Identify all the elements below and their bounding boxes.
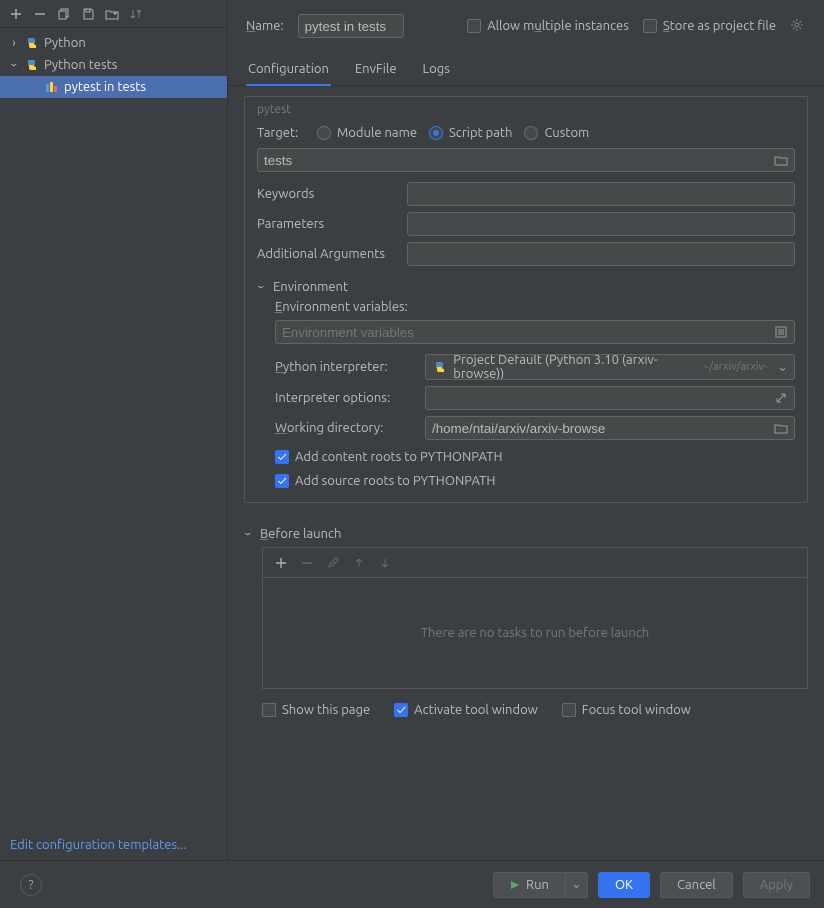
tab-envfile[interactable]: EnvFile xyxy=(353,56,399,85)
cancel-button[interactable]: Cancel xyxy=(660,872,733,898)
tasks-empty-text: There are no tasks to run before launch xyxy=(421,626,649,640)
remove-icon[interactable] xyxy=(299,555,315,571)
focus-tool-window-checkbox[interactable]: Focus tool window xyxy=(562,703,691,717)
keywords-label: Keywords xyxy=(257,187,397,201)
workdir-label: Working directory: xyxy=(275,421,415,435)
copy-icon[interactable] xyxy=(56,6,72,22)
additional-args-label: Additional Arguments xyxy=(257,247,397,261)
add-icon[interactable] xyxy=(273,555,289,571)
checkbox-icon xyxy=(562,703,576,717)
parameters-input[interactable] xyxy=(407,212,795,236)
content-panel: Name: Allow multiple instances Store as … xyxy=(228,0,824,860)
play-icon xyxy=(510,880,520,890)
target-custom-radio[interactable]: Custom xyxy=(524,126,589,140)
tree-label: Python xyxy=(44,36,86,50)
tabbar: Configuration EnvFile Logs xyxy=(228,56,824,86)
tree-label: pytest in tests xyxy=(64,80,146,94)
folder-icon[interactable] xyxy=(773,152,789,168)
radio-icon xyxy=(429,126,443,140)
target-label: Target: xyxy=(257,126,305,140)
chevron-right-icon: › xyxy=(8,36,20,50)
apply-button[interactable]: Apply xyxy=(743,872,810,898)
help-button[interactable]: ? xyxy=(20,874,42,896)
tree-node-pytest-in-tests[interactable]: pytest in tests xyxy=(0,76,227,98)
tasks-toolbar xyxy=(262,547,808,577)
run-dropdown[interactable]: ⌄ xyxy=(566,872,588,898)
folder-icon[interactable] xyxy=(104,6,120,22)
chevron-down-icon: › xyxy=(7,59,21,71)
interpreter-select[interactable]: Project Default (Python 3.10 (arxiv-brow… xyxy=(425,354,795,380)
sidebar-toolbar xyxy=(0,0,227,28)
config-tree: › Python › Python tests pytest in tests xyxy=(0,28,227,830)
pytest-section: pytest Target: Module name Script path C… xyxy=(244,96,808,503)
name-label: Name: xyxy=(246,19,284,33)
chevron-down-icon: › xyxy=(254,281,268,293)
tree-node-python-tests[interactable]: › Python tests xyxy=(0,54,227,76)
remove-icon[interactable] xyxy=(32,6,48,22)
tree-label: Python tests xyxy=(44,58,117,72)
radio-icon xyxy=(317,126,331,140)
run-button-group: Run ⌄ xyxy=(493,872,588,898)
ok-button[interactable]: OK xyxy=(598,872,650,898)
store-as-project-checkbox[interactable]: Store as project file xyxy=(643,19,776,33)
workdir-input[interactable] xyxy=(425,416,795,440)
target-module-radio[interactable]: Module name xyxy=(317,126,417,140)
dialog-button-bar: ? Run ⌄ OK Cancel Apply xyxy=(0,860,824,908)
before-launch-toggle[interactable]: › Before launch xyxy=(242,527,808,541)
sidebar-panel: › Python › Python tests pytest in tests … xyxy=(0,0,228,860)
pytest-section-title: pytest xyxy=(257,103,795,116)
save-icon[interactable] xyxy=(80,6,96,22)
add-icon[interactable] xyxy=(8,6,24,22)
folder-icon[interactable] xyxy=(773,420,789,436)
parameters-label: Parameters xyxy=(257,217,397,231)
python-icon xyxy=(24,57,40,73)
sort-icon[interactable] xyxy=(128,6,144,22)
keywords-input[interactable] xyxy=(407,182,795,206)
target-script-radio[interactable]: Script path xyxy=(429,126,512,140)
checkbox-icon: ✓ xyxy=(275,450,289,464)
checkbox-icon: ✓ xyxy=(394,703,408,717)
expand-icon[interactable] xyxy=(773,390,789,406)
additional-args-input[interactable] xyxy=(407,242,795,266)
activate-tool-window-checkbox[interactable]: ✓Activate tool window xyxy=(394,703,538,717)
tasks-list: There are no tasks to run before launch xyxy=(262,577,808,689)
name-input[interactable] xyxy=(298,14,404,38)
edit-templates-link[interactable]: Edit configuration templates... xyxy=(0,830,227,860)
run-button[interactable]: Run xyxy=(493,872,566,898)
interp-opts-label: Interpreter options: xyxy=(275,391,415,405)
envvars-input[interactable] xyxy=(275,320,795,344)
gear-icon[interactable] xyxy=(790,18,806,34)
list-icon[interactable] xyxy=(773,324,789,340)
environment-section-toggle[interactable]: › Environment xyxy=(255,280,795,294)
pytest-icon xyxy=(44,79,60,95)
edit-icon[interactable] xyxy=(325,555,341,571)
checkbox-icon xyxy=(467,19,481,33)
chevron-down-icon: › xyxy=(241,528,255,540)
add-source-roots-checkbox[interactable]: ✓ Add source roots to PYTHONPATH xyxy=(275,474,795,488)
envvars-label: Environment variables: xyxy=(275,300,415,314)
script-path-input[interactable] xyxy=(257,148,795,172)
show-this-page-checkbox[interactable]: Show this page xyxy=(262,703,370,717)
tree-node-python[interactable]: › Python xyxy=(0,32,227,54)
checkbox-icon: ✓ xyxy=(275,474,289,488)
radio-icon xyxy=(524,126,538,140)
tab-logs[interactable]: Logs xyxy=(421,56,452,85)
add-content-roots-checkbox[interactable]: ✓ Add content roots to PYTHONPATH xyxy=(275,450,795,464)
checkbox-icon xyxy=(643,19,657,33)
checkbox-icon xyxy=(262,703,276,717)
config-header: Name: Allow multiple instances Store as … xyxy=(228,0,824,48)
interpreter-label: Python interpreter: xyxy=(275,360,415,374)
python-icon xyxy=(24,35,40,51)
interp-opts-input[interactable] xyxy=(425,386,795,410)
python-icon xyxy=(432,359,447,375)
up-icon[interactable] xyxy=(351,555,367,571)
allow-multiple-checkbox[interactable]: Allow multiple instances xyxy=(467,19,629,33)
down-icon[interactable] xyxy=(377,555,393,571)
tab-configuration[interactable]: Configuration xyxy=(246,56,331,86)
chevron-down-icon: ⌄ xyxy=(777,360,788,375)
